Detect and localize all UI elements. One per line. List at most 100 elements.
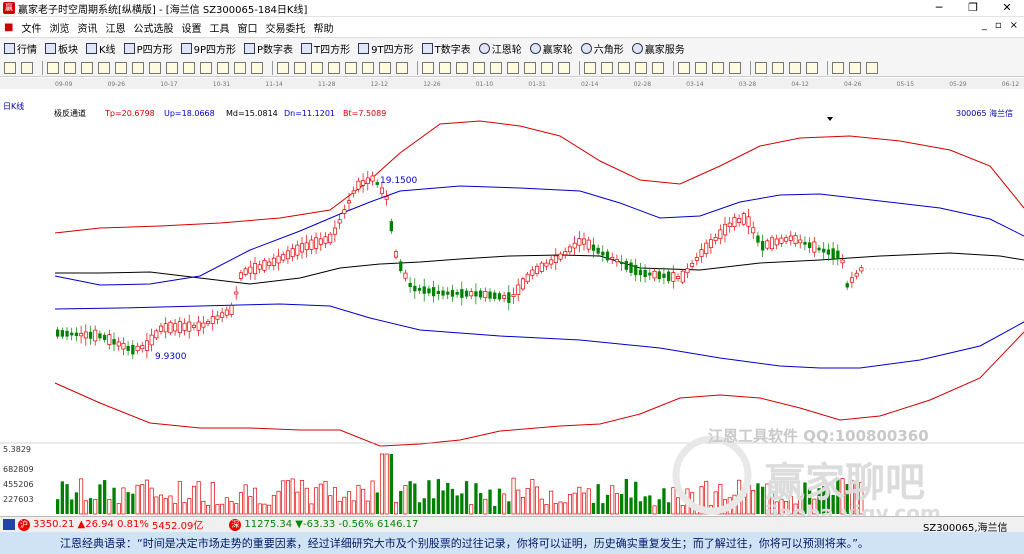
draw-tool-35-icon[interactable]	[635, 61, 647, 74]
draw-tool-27-icon[interactable]	[490, 61, 502, 74]
draw-tool-10-icon[interactable]	[183, 61, 195, 74]
menu-tools[interactable]: 工具	[205, 20, 233, 35]
tool-quote[interactable]: 行情	[0, 41, 41, 56]
draw-tool-16-icon[interactable]	[294, 61, 306, 74]
volume-bar	[88, 498, 93, 514]
menu-help[interactable]: 帮助	[309, 20, 337, 35]
draw-tool-12-icon[interactable]	[217, 61, 229, 74]
menu-app-icon[interactable]: ■	[0, 22, 17, 33]
tool-p-square[interactable]: P四方形	[120, 41, 177, 56]
draw-tool-4-icon[interactable]	[81, 61, 93, 74]
draw-tool-20-icon[interactable]	[362, 61, 374, 74]
draw-tool-42-icon[interactable]	[772, 61, 784, 74]
menu-gann[interactable]: 江恩	[101, 20, 129, 35]
menu-browse[interactable]: 浏览	[45, 20, 73, 35]
draw-tool-24-icon[interactable]	[439, 61, 451, 74]
draw-tool-14-icon[interactable]	[251, 61, 263, 74]
tool-sector[interactable]: 板块	[41, 41, 82, 56]
tool-p-table[interactable]: P数字表	[240, 41, 297, 56]
menu-trade[interactable]: 交易委托	[261, 20, 309, 35]
draw-tool-18-icon[interactable]	[328, 61, 340, 74]
draw-tool-33-icon[interactable]	[601, 61, 613, 74]
draw-tool-22-icon[interactable]	[396, 61, 408, 74]
menu-window[interactable]: 窗口	[233, 20, 261, 35]
draw-tool-6-icon[interactable]	[115, 61, 127, 74]
volume-bar	[370, 480, 375, 515]
stock-label: 300065 海兰信	[956, 108, 1013, 118]
draw-tool-0-icon[interactable]	[4, 61, 16, 74]
tool-9t-square[interactable]: 9T四方形	[354, 41, 417, 56]
kline-chart[interactable]: 09-09 09-26 10-17 10-31 11-14 11-28 12-12 12-26…	[0, 78, 1024, 525]
volume-bar	[168, 495, 173, 515]
draw-tool-34-icon[interactable]	[618, 61, 630, 74]
sh-index-value[interactable]: 3350.21	[33, 519, 74, 530]
draw-tool-37-icon[interactable]	[678, 61, 690, 74]
tool-hexagon[interactable]: 六角形	[577, 41, 628, 56]
draw-tool-7-icon[interactable]	[132, 61, 144, 74]
menu-formula[interactable]: 公式选股	[129, 20, 177, 35]
draw-tool-46-icon[interactable]	[849, 61, 861, 74]
draw-tool-47-icon[interactable]	[866, 61, 878, 74]
draw-tool-44-icon[interactable]	[806, 61, 818, 74]
draw-tool-32-icon[interactable]	[584, 61, 596, 74]
draw-tool-5-icon[interactable]	[98, 61, 110, 74]
candle-body	[281, 253, 286, 261]
kline-chart-area[interactable]: 09-09 09-26 10-17 10-31 11-14 11-28 12-12 12-26…	[0, 78, 1024, 525]
tool-t-table[interactable]: T数字表	[418, 41, 475, 56]
draw-tool-3-icon[interactable]	[64, 61, 76, 74]
status-bar: 沪 3350.21 ▲26.94 0.81% 5452.09亿 深 11275.…	[0, 516, 1024, 534]
draw-tool-43-icon[interactable]	[789, 61, 801, 74]
tool-gann-wheel[interactable]: 江恩轮	[475, 41, 526, 56]
high-price-label: 19.1500	[380, 176, 417, 186]
menu-news[interactable]: 资讯	[73, 20, 101, 35]
mdi-close-button[interactable]: ×	[1010, 20, 1018, 31]
draw-tool-17-icon[interactable]	[311, 61, 323, 74]
draw-tool-41-icon[interactable]	[755, 61, 767, 74]
tool-9p-square[interactable]: 9P四方形	[177, 41, 240, 56]
menu-settings[interactable]: 设置	[177, 20, 205, 35]
draw-tool-1-icon[interactable]	[21, 61, 33, 74]
tool-winner-wheel[interactable]: 赢家轮	[526, 41, 577, 56]
minimize-button[interactable]: ─	[922, 0, 956, 17]
mdi-restore-button[interactable]: ▫	[995, 20, 1002, 31]
close-button[interactable]: ✕	[990, 0, 1024, 17]
indicator-up: Up=18.0668	[164, 109, 215, 118]
draw-tool-2-icon[interactable]	[47, 61, 59, 74]
volume-bar	[342, 496, 347, 515]
draw-tool-29-icon[interactable]	[524, 61, 536, 74]
draw-tool-15-icon[interactable]	[277, 61, 289, 74]
menu-bar: ■ 文件 浏览 资讯 江恩 公式选股 设置 工具 窗口 交易委托 帮助 _ ▫ …	[0, 18, 1024, 36]
sz-index-value[interactable]: 11275.34	[244, 519, 292, 530]
menu-grid-icon[interactable]	[3, 519, 15, 530]
draw-tool-25-icon[interactable]	[456, 61, 468, 74]
candle-body	[567, 246, 572, 253]
draw-tool-31-icon[interactable]	[558, 61, 570, 74]
draw-tool-13-icon[interactable]	[234, 61, 246, 74]
tool-t-square[interactable]: T四方形	[297, 41, 354, 56]
mdi-minimize-button[interactable]: _	[982, 20, 987, 31]
draw-tool-38-icon[interactable]	[695, 61, 707, 74]
draw-tool-45-icon[interactable]	[832, 61, 844, 74]
draw-tool-26-icon[interactable]	[473, 61, 485, 74]
draw-tool-39-icon[interactable]	[712, 61, 724, 74]
menu-file[interactable]: 文件	[17, 20, 45, 35]
tool-service[interactable]: 赢家服务	[628, 41, 689, 56]
draw-tool-36-icon[interactable]	[652, 61, 664, 74]
draw-tool-30-icon[interactable]	[541, 61, 553, 74]
restore-button[interactable]: ❐	[956, 0, 990, 17]
date-tick: 01-10	[476, 81, 494, 88]
candle-body	[727, 222, 732, 228]
draw-tool-40-icon[interactable]	[729, 61, 741, 74]
date-tick: 06-12	[1002, 81, 1020, 88]
draw-tool-21-icon[interactable]	[379, 61, 391, 74]
draw-tool-8-icon[interactable]	[149, 61, 161, 74]
draw-tool-19-icon[interactable]	[345, 61, 357, 74]
toolbar-separator	[827, 60, 828, 75]
draw-tool-9-icon[interactable]	[166, 61, 178, 74]
draw-tool-28-icon[interactable]	[507, 61, 519, 74]
volume-bar	[535, 486, 540, 515]
draw-tool-11-icon[interactable]	[200, 61, 212, 74]
draw-tool-23-icon[interactable]	[422, 61, 434, 74]
candle-body	[300, 243, 305, 253]
tool-kline[interactable]: K线	[82, 41, 120, 56]
